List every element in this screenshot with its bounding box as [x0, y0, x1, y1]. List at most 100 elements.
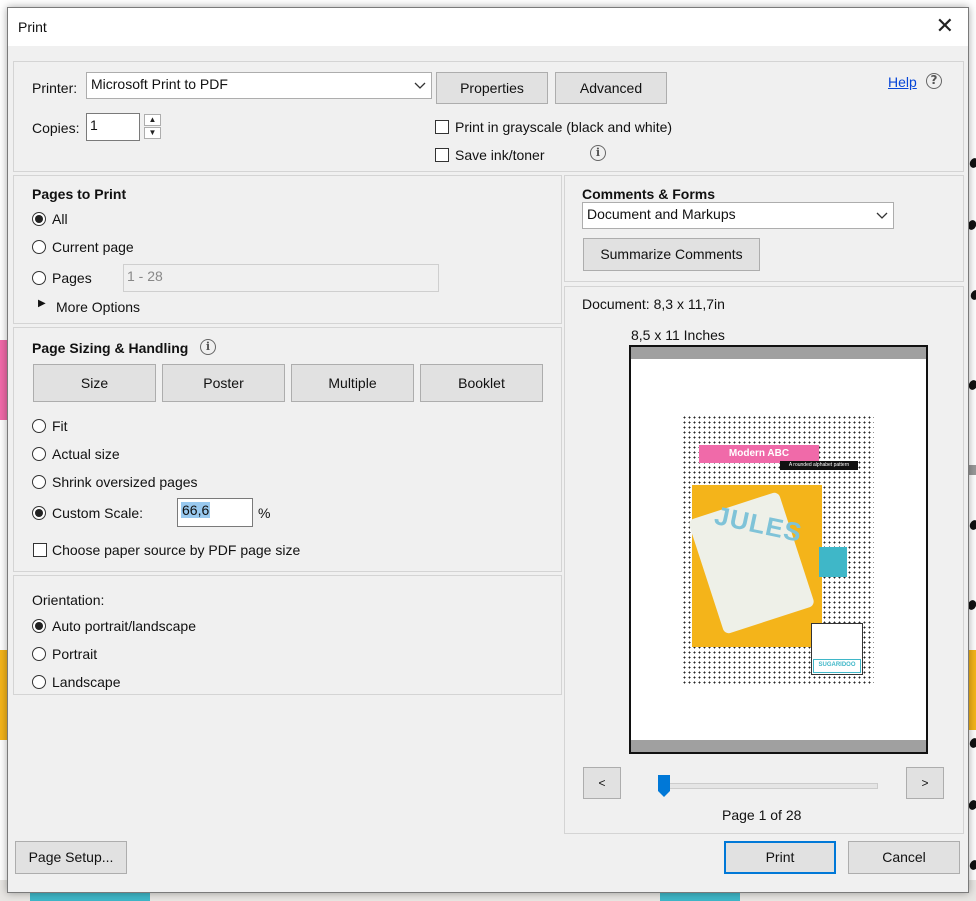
page-status: Page 1 of 28: [722, 807, 802, 823]
tab-size[interactable]: Size: [33, 364, 156, 402]
printer-panel: Printer: Microsoft Print to PDF Properti…: [13, 61, 964, 172]
copies-input[interactable]: 1: [86, 113, 140, 141]
advanced-button-label: Advanced: [579, 80, 643, 96]
landscape-label: Landscape: [52, 674, 121, 690]
save-ink-label: Save ink/toner: [455, 147, 545, 163]
more-options-toggle[interactable]: More Options: [56, 299, 140, 315]
close-icon[interactable]: ✕: [936, 14, 954, 38]
stepper-up-icon[interactable]: ▲: [144, 114, 161, 126]
print-button[interactable]: Print: [724, 841, 836, 874]
tab-multiple-label: Multiple: [328, 375, 377, 391]
advanced-button[interactable]: Advanced: [555, 72, 667, 104]
background-grey-shape: [968, 465, 976, 475]
printer-select-value: Microsoft Print to PDF: [91, 76, 228, 92]
pages-radio[interactable]: [32, 271, 46, 285]
preview-page-content: Modern ABC A rounded alphabet pattern JU…: [682, 415, 874, 685]
pages-range-input[interactable]: 1 - 28: [123, 264, 439, 292]
orientation-panel: Orientation: Auto portrait/landscape Por…: [13, 575, 562, 695]
background-dot: [969, 288, 976, 302]
pages-range-value: 1 - 28: [127, 268, 163, 284]
tab-booklet-label: Booklet: [458, 375, 505, 391]
prev-page-button[interactable]: <: [583, 767, 621, 799]
fit-radio[interactable]: [32, 419, 46, 433]
pages-to-print-panel: Pages to Print All Current page Pages 1 …: [13, 175, 562, 324]
page-setup-button[interactable]: Page Setup...: [15, 841, 127, 874]
shrink-oversized-label: Shrink oversized pages: [52, 474, 198, 490]
custom-scale-radio[interactable]: [32, 506, 46, 520]
actual-size-radio[interactable]: [32, 447, 46, 461]
help-question-icon[interactable]: ?: [926, 73, 942, 89]
print-button-label: Print: [765, 849, 795, 865]
background-dot: [968, 518, 976, 532]
background-dot: [968, 736, 976, 750]
auto-orientation-radio[interactable]: [32, 619, 46, 633]
properties-button-label: Properties: [460, 80, 524, 96]
current-page-radio[interactable]: [32, 240, 46, 254]
tab-poster-label: Poster: [203, 375, 244, 391]
info-icon[interactable]: i: [590, 145, 606, 161]
copies-label: Copies:: [32, 120, 80, 136]
cancel-button-label: Cancel: [882, 849, 926, 865]
pages-to-print-heading: Pages to Print: [32, 186, 127, 202]
all-pages-label: All: [52, 211, 68, 227]
print-dialog: Print ✕ Printer: Microsoft Print to PDF …: [7, 7, 969, 893]
tab-size-label: Size: [80, 375, 109, 391]
custom-scale-input[interactable]: 66,6: [177, 498, 253, 527]
portrait-radio[interactable]: [32, 647, 46, 661]
document-size: Document: 8,3 x 11,7in: [582, 296, 725, 312]
tab-booklet[interactable]: Booklet: [420, 364, 543, 402]
page-slider-track[interactable]: [666, 783, 878, 789]
preview-bottom-margin: [631, 740, 926, 752]
preview-top-margin: [631, 347, 926, 359]
current-page-label: Current page: [52, 239, 134, 255]
summarize-comments-button[interactable]: Summarize Comments: [583, 238, 760, 271]
poster-subtitle: A rounded alphabet pattern: [780, 461, 858, 470]
comments-forms-panel: Comments & Forms Document and Markups Su…: [564, 175, 964, 282]
chevron-down-icon: [876, 205, 888, 228]
percent-sign: %: [258, 505, 271, 521]
grayscale-checkbox[interactable]: [435, 120, 449, 134]
fit-label: Fit: [52, 418, 68, 434]
expand-triangle-icon[interactable]: ▶: [38, 298, 46, 309]
printer-select[interactable]: Microsoft Print to PDF: [86, 72, 432, 99]
custom-scale-value: 66,6: [181, 502, 211, 518]
page-preview: Modern ABC A rounded alphabet pattern JU…: [629, 345, 928, 754]
custom-scale-label: Custom Scale:: [52, 505, 144, 521]
chevron-down-icon: [414, 75, 426, 98]
stepper-down-icon[interactable]: ▼: [144, 127, 161, 139]
cancel-button[interactable]: Cancel: [848, 841, 960, 874]
background-dot: [968, 858, 976, 872]
page-sizing-panel: Page Sizing & Handling i Size Poster Mul…: [13, 327, 562, 572]
save-ink-checkbox[interactable]: [435, 148, 449, 162]
next-page-label: >: [921, 776, 929, 790]
info-icon[interactable]: i: [200, 339, 216, 355]
page-slider-thumb[interactable]: [658, 775, 670, 797]
all-pages-radio[interactable]: [32, 212, 46, 226]
grayscale-label: Print in grayscale (black and white): [455, 119, 673, 135]
next-page-button[interactable]: >: [906, 767, 944, 799]
shrink-oversized-radio[interactable]: [32, 475, 46, 489]
page-setup-label: Page Setup...: [28, 849, 114, 865]
landscape-radio[interactable]: [32, 675, 46, 689]
paper-size: 8,5 x 11 Inches: [631, 327, 725, 343]
printer-label: Printer:: [32, 80, 78, 96]
background-yellow-shape-right: [968, 650, 976, 730]
title-bar: Print ✕: [8, 8, 968, 46]
actual-size-label: Actual size: [52, 446, 120, 462]
paper-source-checkbox[interactable]: [33, 543, 47, 557]
tab-poster[interactable]: Poster: [162, 364, 285, 402]
pages-label: Pages: [52, 270, 92, 286]
background-dot: [968, 156, 976, 170]
tab-multiple[interactable]: Multiple: [291, 364, 414, 402]
poster-teal-tag: [819, 547, 847, 577]
orientation-heading: Orientation:: [32, 592, 105, 608]
properties-button[interactable]: Properties: [436, 72, 548, 104]
portrait-label: Portrait: [52, 646, 98, 662]
help-link[interactable]: Help: [888, 74, 917, 90]
summarize-comments-label: Summarize Comments: [600, 246, 743, 262]
comments-forms-select[interactable]: Document and Markups: [582, 202, 894, 229]
copies-stepper[interactable]: ▲ ▼: [144, 114, 161, 140]
comments-forms-heading: Comments & Forms: [582, 186, 716, 202]
copies-input-value: 1: [90, 117, 98, 133]
comments-forms-value: Document and Markups: [587, 206, 736, 222]
